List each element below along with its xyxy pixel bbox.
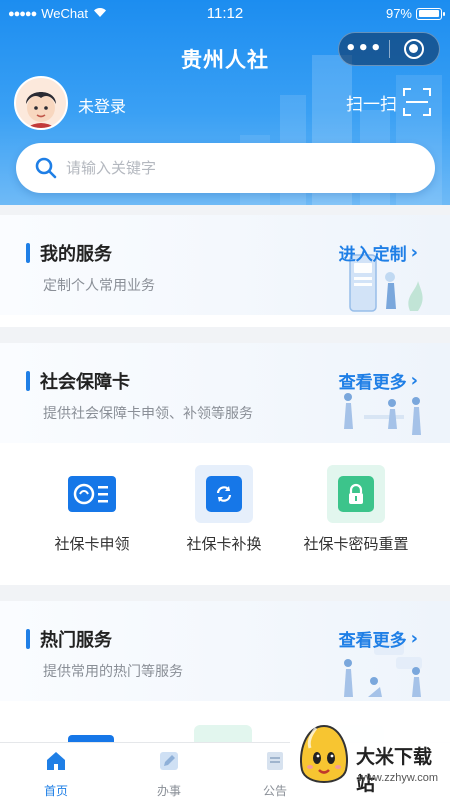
social-security-card-icon bbox=[68, 476, 116, 512]
search-icon bbox=[35, 157, 57, 179]
social-security-card-section: 社会保障卡 提供社会保障卡申领、补领等服务 查看更多 › 社保卡申领 社保卡补换… bbox=[0, 343, 450, 585]
view-more-link[interactable]: 查看更多 › bbox=[339, 626, 418, 651]
scan-button[interactable]: 扫一扫 bbox=[346, 88, 431, 116]
service-label: 社保卡密码重置 bbox=[303, 535, 409, 553]
section-subtitle: 提供常用的热门等服务 bbox=[43, 664, 183, 680]
status-bar: ●●●●● WeChat 11:12 97% bbox=[0, 0, 450, 28]
battery-status: 97% bbox=[385, 6, 445, 21]
search-bar[interactable] bbox=[16, 143, 435, 193]
battery-percent: 97% bbox=[385, 6, 412, 21]
section-title: 我的服务 bbox=[40, 244, 112, 265]
hot-service-tile-peek[interactable] bbox=[68, 735, 114, 742]
service-label: 社保卡补换 bbox=[186, 535, 262, 553]
lock-icon bbox=[338, 476, 374, 512]
more-menu-button[interactable]: ••• bbox=[339, 34, 389, 64]
mascot-logo-icon bbox=[300, 724, 348, 783]
scan-label: 扫一扫 bbox=[346, 94, 397, 115]
close-target-icon bbox=[404, 39, 425, 59]
social-security-header: 社会保障卡 提供社会保障卡申领、补领等服务 查看更多 › bbox=[0, 343, 450, 443]
customize-label: 进入定制 bbox=[338, 245, 407, 265]
card-replace-icon bbox=[206, 476, 242, 512]
service-tile bbox=[195, 465, 253, 523]
login-status[interactable]: 未登录 bbox=[78, 93, 126, 117]
service-card-replace[interactable]: 社保卡补换 bbox=[164, 465, 284, 555]
home-icon bbox=[47, 752, 65, 770]
close-mini-program-button[interactable] bbox=[389, 39, 439, 59]
avatar[interactable] bbox=[14, 76, 68, 130]
section-subtitle: 定制个人常用业务 bbox=[43, 278, 155, 294]
section-marker bbox=[26, 243, 30, 263]
hot-service-tile-peek[interactable] bbox=[194, 725, 252, 742]
watermark-url: www.zzhyw.com bbox=[358, 772, 439, 784]
view-more-link[interactable]: 查看更多 › bbox=[339, 368, 418, 393]
chevron-right-icon: › bbox=[410, 628, 418, 649]
service-grid: 社保卡申领 社保卡补换 社保卡密码重置 bbox=[0, 443, 450, 585]
service-tile bbox=[63, 465, 121, 523]
tab-label: 首页 bbox=[43, 784, 68, 798]
mini-program-capsule: ••• bbox=[338, 32, 440, 66]
section-marker bbox=[26, 371, 30, 391]
hot-services-header: 热门服务 提供常用的热门等服务 查看更多 › bbox=[0, 601, 450, 701]
chevron-right-icon: › bbox=[410, 242, 418, 263]
section-title: 社会保障卡 bbox=[40, 372, 130, 393]
battery-icon bbox=[416, 7, 445, 20]
app-header: ●●●●● WeChat 11:12 97% 贵州人社 ••• 未登录 扫一扫 … bbox=[0, 0, 450, 205]
search-input[interactable] bbox=[66, 159, 396, 177]
customize-link[interactable]: 进入定制 › bbox=[339, 240, 418, 265]
section-subtitle: 提供社会保障卡申领、补领等服务 bbox=[43, 406, 253, 422]
service-card-password-reset[interactable]: 社保卡密码重置 bbox=[296, 465, 416, 555]
view-more-label: 查看更多 bbox=[338, 631, 407, 651]
service-label: 社保卡申领 bbox=[54, 535, 130, 553]
tab-services[interactable]: 办事 bbox=[134, 749, 204, 799]
pencil-icon bbox=[160, 752, 178, 770]
service-card-apply[interactable]: 社保卡申领 bbox=[32, 465, 152, 555]
tab-home[interactable]: 首页 bbox=[21, 749, 91, 799]
my-services-card: 我的服务 定制个人常用业务 进入定制 › bbox=[0, 215, 450, 327]
section-marker bbox=[26, 629, 30, 649]
watermark-text: 大米下载站 bbox=[356, 746, 433, 795]
download-site-watermark: 大米下载站 www.zzhyw.com bbox=[290, 712, 450, 800]
tab-label: 办事 bbox=[156, 784, 181, 798]
chevron-right-icon: › bbox=[410, 370, 418, 391]
service-tile bbox=[327, 465, 385, 523]
scan-icon bbox=[403, 88, 431, 116]
status-time: 11:12 bbox=[206, 5, 244, 22]
section-title: 热门服务 bbox=[40, 630, 112, 651]
my-services-header: 我的服务 定制个人常用业务 进入定制 › bbox=[0, 215, 450, 315]
view-more-label: 查看更多 bbox=[338, 373, 407, 393]
notice-icon bbox=[267, 752, 283, 770]
